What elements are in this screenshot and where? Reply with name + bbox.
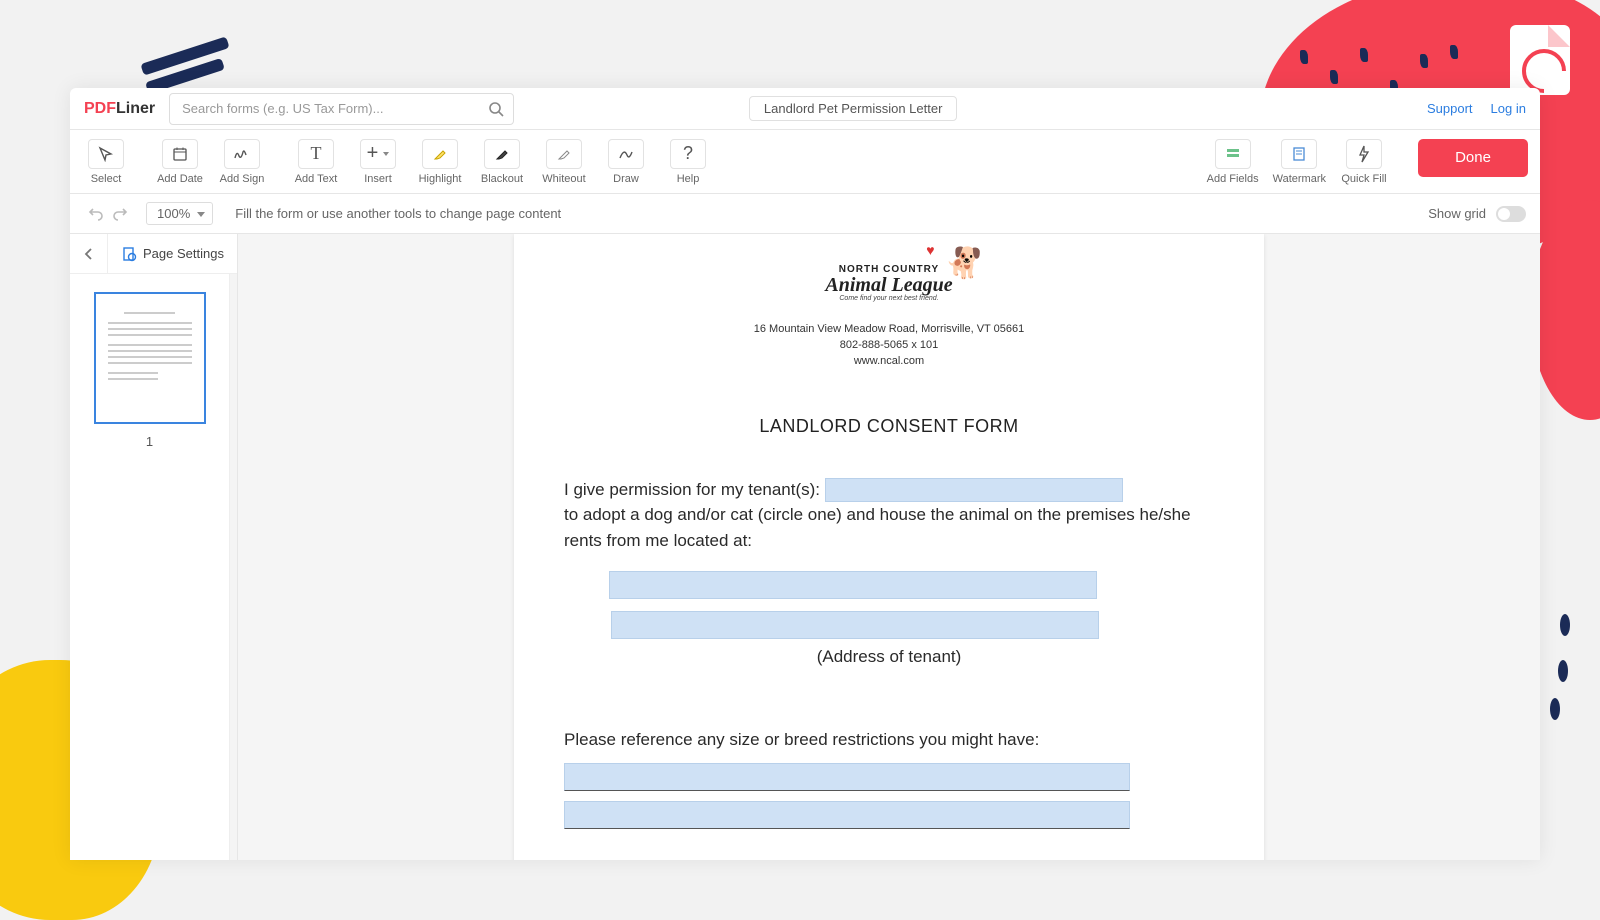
restrictions-label: Please reference any size or breed restr… — [564, 727, 1214, 753]
draw-tool[interactable]: Draw — [602, 139, 650, 185]
highlight-label: Highlight — [419, 173, 462, 185]
thumbnails-sidebar: Page Settings 1 — [70, 234, 238, 860]
blackout-label: Blackout — [481, 173, 523, 185]
thumbnail-number: 1 — [82, 434, 217, 449]
zoom-dropdown[interactable]: 100% — [146, 202, 213, 225]
permission-prefix: I give permission for my tenant(s): — [564, 480, 825, 499]
undo-button[interactable] — [84, 202, 108, 226]
sidebar-collapse-button[interactable] — [70, 234, 108, 273]
address-of-tenant-label: (Address of tenant) — [564, 647, 1214, 667]
org-name-line2: Animal League — [825, 275, 952, 295]
page-settings-label: Page Settings — [143, 246, 224, 261]
document-page: ♥ 🐕 NORTH COUNTRY Animal League Come fin… — [514, 234, 1264, 860]
select-tool-label: Select — [91, 173, 122, 185]
help-label: Help — [677, 173, 700, 185]
add-text-label: Add Text — [295, 173, 338, 185]
sidebar-header: Page Settings — [70, 234, 237, 274]
editor-body: Page Settings 1 — [70, 234, 1540, 860]
page-settings-icon — [121, 246, 137, 262]
search-icon[interactable] — [488, 101, 504, 117]
draw-label: Draw — [613, 173, 639, 185]
watermark-label: Watermark — [1273, 173, 1326, 185]
top-links: Support Log in — [1427, 101, 1526, 116]
quick-fill-tool[interactable]: Quick Fill — [1340, 139, 1388, 185]
org-header: ♥ 🐕 NORTH COUNTRY Animal League Come fin… — [564, 248, 1214, 318]
add-date-label: Add Date — [157, 173, 203, 185]
heart-icon: ♥ — [926, 242, 934, 258]
restrictions-field-1[interactable] — [564, 763, 1130, 791]
logo-part2: Liner — [116, 100, 155, 118]
sidebar-scrollbar[interactable] — [229, 274, 237, 860]
top-bar: PDFLiner Landlord Pet Permission Letter … — [70, 88, 1540, 130]
highlight-tool[interactable]: Highlight — [416, 139, 464, 185]
insert-tool[interactable]: + Insert — [354, 139, 402, 185]
form-title: LANDLORD CONSENT FORM — [564, 416, 1214, 437]
show-grid-toggle[interactable] — [1496, 206, 1526, 222]
app-window: PDFLiner Landlord Pet Permission Letter … — [70, 88, 1540, 860]
document-canvas[interactable]: ♥ 🐕 NORTH COUNTRY Animal League Come fin… — [238, 234, 1540, 860]
watermark-tool[interactable]: Watermark — [1273, 139, 1326, 185]
add-sign-tool[interactable]: Add Sign — [218, 139, 266, 185]
hint-text: Fill the form or use another tools to ch… — [235, 206, 561, 221]
secondary-bar: 100% Fill the form or use another tools … — [70, 194, 1540, 234]
insert-label: Insert — [364, 173, 392, 185]
address-field-1[interactable] — [609, 571, 1097, 599]
thumbnails-list: 1 — [70, 274, 229, 860]
blackout-tool[interactable]: Blackout — [478, 139, 526, 185]
logo[interactable]: PDFLiner — [84, 100, 155, 118]
page-thumbnail-1[interactable] — [94, 292, 206, 424]
redo-button[interactable] — [108, 202, 132, 226]
org-address-line1: 16 Mountain View Meadow Road, Morrisvill… — [564, 322, 1214, 338]
search-wrapper — [169, 93, 514, 125]
login-link[interactable]: Log in — [1491, 101, 1526, 116]
whiteout-label: Whiteout — [542, 173, 585, 185]
dog-icon: 🐕 — [945, 246, 982, 281]
done-button[interactable]: Done — [1418, 139, 1528, 177]
document-title: Landlord Pet Permission Letter — [749, 96, 957, 121]
add-fields-label: Add Fields — [1207, 173, 1259, 185]
quick-fill-label: Quick Fill — [1341, 173, 1386, 185]
add-date-tool[interactable]: Add Date — [156, 139, 204, 185]
permission-paragraph: I give permission for my tenant(s): to a… — [564, 477, 1214, 554]
add-text-tool[interactable]: T Add Text — [292, 139, 340, 185]
support-link[interactable]: Support — [1427, 101, 1473, 116]
decor-pdf-icon — [1510, 25, 1570, 95]
add-fields-tool[interactable]: Add Fields — [1207, 139, 1259, 185]
logo-part1: PDF — [84, 100, 116, 118]
org-address-line2: 802-888-5065 x 101 — [564, 338, 1214, 354]
address-field-2[interactable] — [611, 611, 1099, 639]
search-input[interactable] — [169, 93, 514, 125]
org-address: 16 Mountain View Meadow Road, Morrisvill… — [564, 322, 1214, 370]
zoom-value: 100% — [157, 206, 190, 221]
show-grid-label: Show grid — [1428, 206, 1486, 221]
org-address-line3: www.ncal.com — [564, 354, 1214, 370]
org-tagline: Come find your next best friend. — [825, 295, 952, 302]
select-tool[interactable]: Select — [82, 139, 130, 185]
restrictions-field-2[interactable] — [564, 801, 1130, 829]
whiteout-tool[interactable]: Whiteout — [540, 139, 588, 185]
permission-line2: to adopt a dog and/or cat (circle one) a… — [564, 505, 1191, 550]
page-settings-button[interactable]: Page Settings — [108, 246, 237, 262]
tenant-name-field[interactable] — [825, 478, 1123, 502]
main-toolbar: Select Add Date Add Sign T Add Text + In… — [70, 130, 1540, 194]
help-tool[interactable]: ? Help — [664, 139, 712, 185]
add-sign-label: Add Sign — [220, 173, 265, 185]
